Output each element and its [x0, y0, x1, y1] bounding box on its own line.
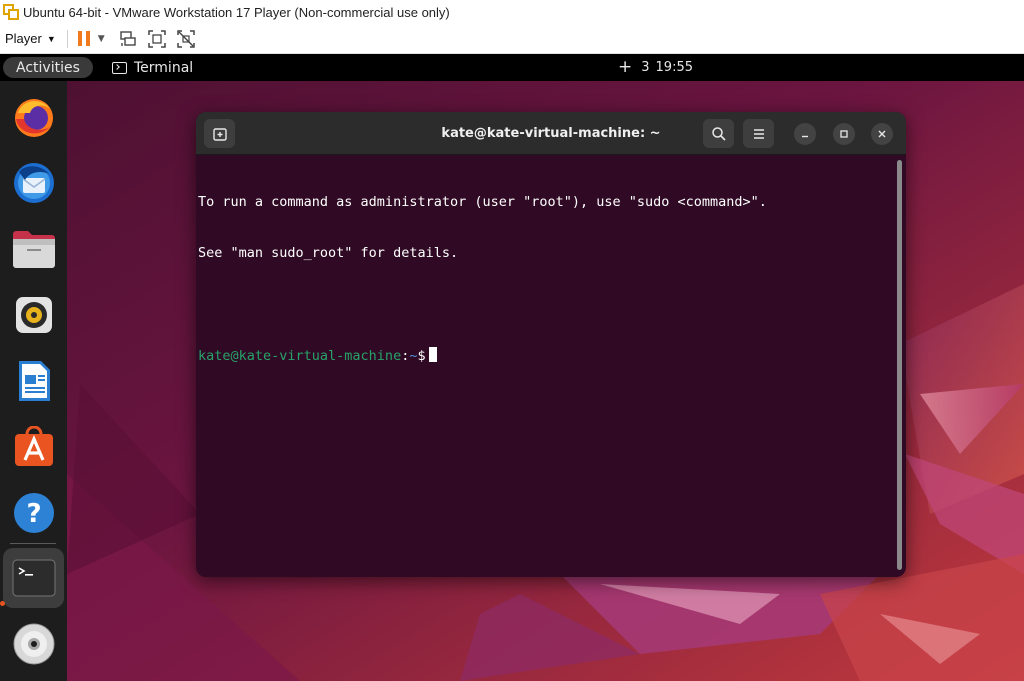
vmware-logo-icon — [2, 3, 20, 21]
prompt-symbol: $ — [417, 348, 426, 364]
player-menu-label: Player — [5, 31, 42, 46]
dock-thunderbird[interactable] — [3, 153, 64, 213]
maximize-icon — [840, 130, 848, 138]
app-menu[interactable]: Terminal — [112, 54, 193, 81]
menu-button[interactable] — [743, 119, 774, 148]
vmware-window-title: Ubuntu 64-bit - VMware Workstation 17 Pl… — [23, 4, 450, 20]
dock-libreoffice-writer[interactable] — [3, 351, 64, 411]
clock-area[interactable]: + 3 19:55 — [618, 54, 693, 81]
pause-icon[interactable] — [77, 31, 90, 46]
vmware-toolbar: Player ▼ ▼ — [0, 24, 1024, 54]
maximize-button[interactable] — [833, 123, 855, 145]
clock-time: 19:55 — [655, 60, 693, 75]
search-button[interactable] — [703, 119, 734, 148]
vmware-title-bar: Ubuntu 64-bit - VMware Workstation 17 Pl… — [0, 0, 1024, 24]
app-menu-label: Terminal — [134, 59, 194, 76]
activities-button[interactable]: Activities — [3, 57, 93, 78]
new-tab-button[interactable] — [204, 119, 235, 148]
dock-rhythmbox[interactable] — [3, 285, 64, 345]
terminal-header-bar[interactable]: kate@kate-virtual-machine: ~ — [196, 112, 906, 155]
terminal-line: To run a command as administrator (user … — [198, 194, 767, 210]
close-icon — [878, 130, 886, 138]
terminal-line: See "man sudo_root" for details. — [198, 245, 459, 261]
terminal-prompt-line: kate@kate-virtual-machine:~$ — [198, 347, 888, 364]
svg-text:?: ? — [26, 499, 41, 529]
terminal-app-icon — [112, 61, 127, 74]
dock-terminal[interactable] — [3, 548, 64, 608]
ubuntu-desktop: Activities Terminal + 3 19:55 ? kate@kat… — [0, 54, 1024, 681]
workspace-count: 3 — [641, 60, 650, 75]
dock: ? — [0, 81, 67, 681]
gnome-top-bar: Activities Terminal + 3 19:55 — [0, 54, 1024, 81]
ubuntu-software-icon — [14, 426, 53, 466]
new-tab-icon — [212, 127, 227, 141]
toolbar-divider — [66, 29, 68, 48]
unity-icon[interactable] — [176, 29, 196, 49]
dock-separator — [10, 543, 56, 544]
files-folder-icon — [12, 231, 55, 268]
hamburger-menu-icon — [753, 128, 764, 139]
terminal-window[interactable]: kate@kate-virtual-machine: ~ To run a co… — [196, 112, 906, 577]
libreoffice-writer-icon — [18, 361, 50, 401]
prompt-user-host: kate@kate-virtual-machine — [198, 348, 402, 364]
running-indicator — [0, 601, 5, 606]
dock-files[interactable] — [3, 219, 64, 279]
player-menu-caret-icon: ▼ — [46, 33, 56, 44]
dock-help[interactable]: ? — [3, 483, 64, 543]
terminal-icon — [11, 559, 56, 597]
help-icon: ? — [13, 493, 54, 533]
firefox-icon — [14, 99, 53, 137]
dock-ubuntu-software[interactable] — [3, 417, 64, 477]
search-icon — [711, 126, 726, 141]
player-menu-button[interactable]: Player ▼ — [5, 31, 56, 46]
terminal-output[interactable]: To run a command as administrator (user … — [198, 160, 888, 570]
close-button[interactable] — [871, 123, 893, 145]
cd-disc-icon — [13, 623, 54, 665]
text-cursor — [428, 347, 437, 362]
fullscreen-icon[interactable] — [147, 29, 167, 49]
minimize-button[interactable] — [794, 123, 816, 145]
pause-menu-caret-icon[interactable]: ▼ — [98, 34, 105, 44]
thunderbird-icon — [13, 163, 54, 203]
terminal-scrollbar[interactable] — [897, 160, 902, 570]
rhythmbox-icon — [15, 297, 52, 333]
workspace-plus-icon: + — [618, 57, 633, 77]
dock-cd-drive[interactable] — [3, 614, 64, 674]
dock-firefox[interactable] — [3, 87, 64, 147]
send-ctrl-alt-del-icon[interactable] — [118, 29, 138, 49]
minimize-icon — [802, 135, 808, 138]
